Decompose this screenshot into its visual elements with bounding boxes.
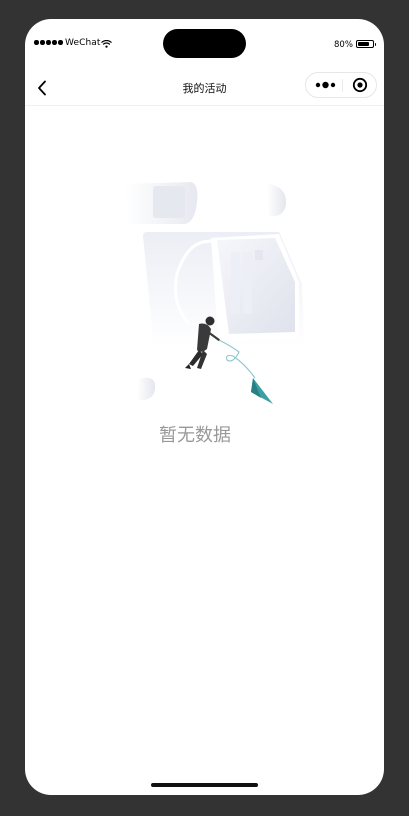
empty-state-illustration <box>125 182 304 404</box>
home-indicator <box>151 783 258 787</box>
status-bar: WeChat 80% <box>25 19 384 71</box>
close-miniprogram-icon[interactable] <box>350 76 370 94</box>
dynamic-island <box>163 29 246 58</box>
mini-program-capsule <box>305 72 377 98</box>
phone-screen: WeChat 80% 我的活动 暂无数据 <box>25 19 384 795</box>
more-options-icon[interactable] <box>313 76 339 94</box>
battery-icon <box>356 40 376 48</box>
empty-state-message: 暂无数据 <box>159 425 231 446</box>
wifi-icon <box>101 40 112 48</box>
battery-percent: 80% <box>334 40 353 50</box>
capsule-divider <box>342 79 343 92</box>
navigation-bar: 我的活动 <box>25 71 384 106</box>
signal-icon <box>34 40 63 45</box>
carrier-label: WeChat <box>65 38 101 48</box>
